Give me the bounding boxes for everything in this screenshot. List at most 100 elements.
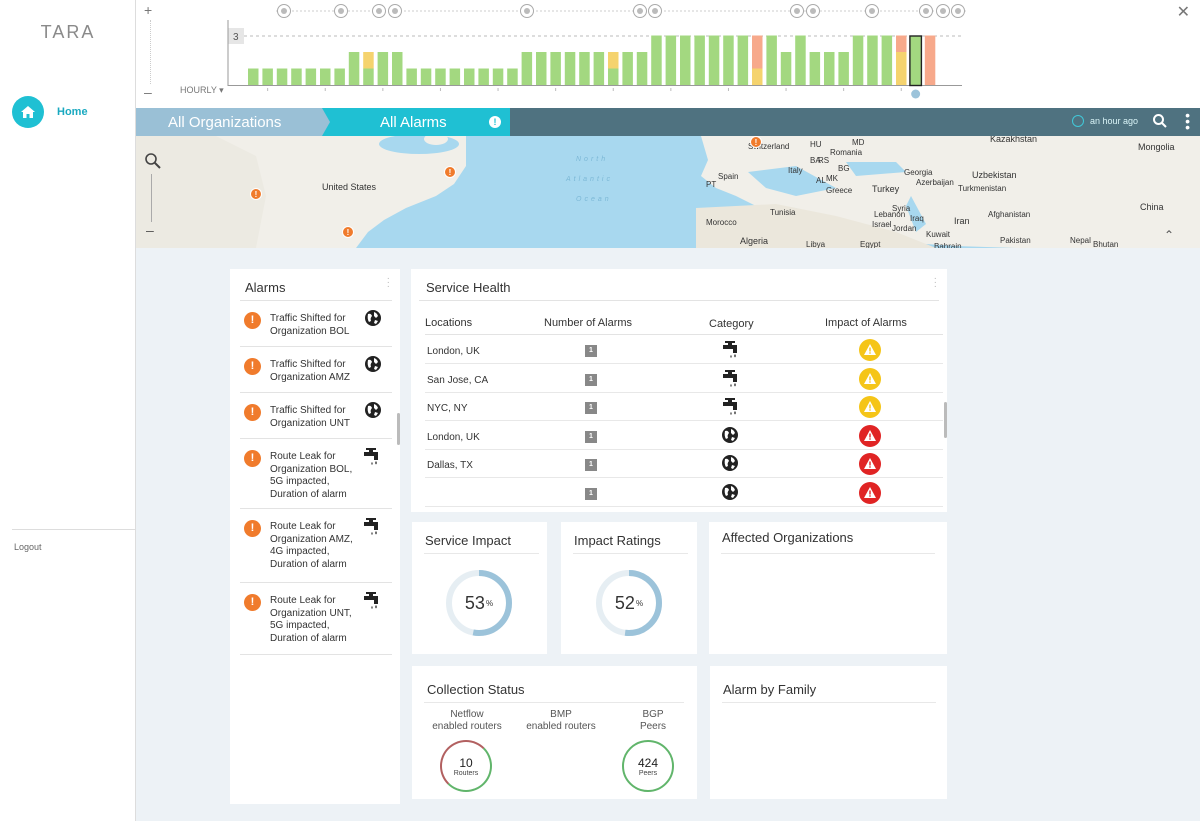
alarms-scrollbar[interactable] bbox=[397, 413, 400, 445]
timeline-bar[interactable] bbox=[276, 68, 288, 86]
timeline-bar[interactable] bbox=[608, 52, 619, 85]
search-icon[interactable] bbox=[1152, 113, 1168, 132]
timeline-bar[interactable] bbox=[377, 52, 389, 85]
nav-home[interactable]: Home bbox=[12, 96, 88, 128]
service-health-row[interactable]: NYC, NY 1 bbox=[425, 393, 943, 421]
service-health-row[interactable]: London, UK 1 bbox=[425, 422, 943, 450]
timeline-bar[interactable] bbox=[435, 68, 446, 86]
event-marker-icon[interactable] bbox=[334, 4, 348, 18]
timeline-bar[interactable] bbox=[291, 68, 302, 86]
timeline-bar[interactable] bbox=[708, 35, 720, 86]
alarm-list-item[interactable]: ! Traffic Shifted for Organization UNT bbox=[240, 393, 392, 439]
timeline-bar[interactable] bbox=[363, 52, 374, 85]
nav-home-label[interactable]: Home bbox=[57, 106, 88, 118]
map-collapse-icon[interactable]: ⌃ bbox=[1164, 228, 1174, 242]
timeline-zoom-out-button[interactable]: – bbox=[144, 84, 152, 100]
more-options-icon[interactable]: • • • bbox=[1185, 108, 1190, 134]
timeline-bar[interactable] bbox=[449, 68, 461, 86]
timeline-bar[interactable] bbox=[593, 52, 605, 85]
map-zoom-out-button[interactable]: – bbox=[146, 222, 154, 238]
event-marker-icon[interactable] bbox=[520, 4, 534, 18]
timeline-bar[interactable] bbox=[636, 52, 648, 85]
event-marker-icon[interactable] bbox=[648, 4, 662, 18]
event-marker-icon[interactable] bbox=[388, 4, 402, 18]
timeline-bar[interactable] bbox=[680, 35, 691, 86]
event-marker-icon[interactable] bbox=[633, 4, 647, 18]
service-health-row[interactable]: London, UK 1 bbox=[425, 336, 943, 364]
timeline-bar[interactable] bbox=[392, 52, 403, 85]
event-marker-icon[interactable] bbox=[919, 4, 933, 18]
timeline-bar[interactable] bbox=[507, 68, 518, 86]
event-marker-icon[interactable] bbox=[936, 4, 950, 18]
map-search-icon[interactable] bbox=[144, 152, 162, 173]
timeline-bar[interactable] bbox=[665, 35, 677, 86]
timeline-bar[interactable] bbox=[766, 35, 777, 86]
home-icon[interactable] bbox=[12, 96, 44, 128]
close-icon[interactable]: ✕ bbox=[1177, 2, 1190, 22]
service-health-row[interactable]: San Jose, CA 1 bbox=[425, 365, 943, 393]
timeline-bar[interactable] bbox=[262, 68, 273, 86]
breadcrumb-all-organizations[interactable]: All Organizations bbox=[136, 108, 322, 136]
timeline-bar[interactable] bbox=[924, 35, 936, 86]
timeline-bar[interactable] bbox=[737, 35, 749, 86]
timeline-bar[interactable] bbox=[867, 35, 878, 86]
timeline-bar[interactable] bbox=[536, 52, 547, 85]
timeline-bar[interactable] bbox=[248, 68, 259, 86]
timeline-bar[interactable] bbox=[348, 52, 360, 85]
service-health-row[interactable]: 1 bbox=[425, 479, 943, 507]
timeline-zoom-in-button[interactable]: + bbox=[144, 2, 152, 18]
alarms-card-menu-icon[interactable]: · · · bbox=[387, 274, 390, 292]
timeline-bar[interactable] bbox=[881, 35, 893, 86]
world-map[interactable]: United States Kazakhstan Mongolia Uzbekista… bbox=[136, 136, 1200, 248]
timeline-bar[interactable] bbox=[564, 52, 576, 85]
event-marker-icon[interactable] bbox=[951, 4, 965, 18]
timeline-bar[interactable] bbox=[780, 52, 792, 85]
alarm-list-item[interactable]: ! Route Leak for Organization BOL, 5G imp… bbox=[240, 439, 392, 509]
map-alarm-pin-icon[interactable]: ! bbox=[444, 166, 456, 178]
alarm-info-icon[interactable]: ! bbox=[489, 116, 501, 128]
timeline-bar[interactable] bbox=[420, 68, 432, 86]
service-health-scrollbar[interactable] bbox=[944, 402, 947, 438]
event-marker-icon[interactable] bbox=[277, 4, 291, 18]
timeline-bar[interactable] bbox=[752, 35, 763, 86]
timeline-bar[interactable] bbox=[550, 52, 561, 85]
timeline-bar[interactable] bbox=[320, 68, 331, 86]
event-marker-icon[interactable] bbox=[806, 4, 820, 18]
event-marker-icon[interactable] bbox=[372, 4, 386, 18]
timeline-bar[interactable] bbox=[651, 35, 662, 86]
timeline-bar[interactable] bbox=[406, 68, 417, 86]
map-alarm-pin-icon[interactable]: ! bbox=[342, 226, 354, 238]
timeline-bar[interactable] bbox=[852, 35, 864, 86]
event-marker-icon[interactable] bbox=[865, 4, 879, 18]
logout-link[interactable]: Logout bbox=[14, 542, 42, 552]
timeline-bar[interactable] bbox=[795, 35, 806, 86]
selected-bar-marker[interactable] bbox=[911, 89, 921, 99]
time-range-selector[interactable]: an hour ago bbox=[1071, 115, 1138, 127]
map-alarm-pin-icon[interactable]: ! bbox=[750, 136, 762, 148]
hourly-select[interactable]: HOURLY ▾ bbox=[180, 85, 224, 96]
timeline-bar[interactable] bbox=[723, 35, 734, 86]
breadcrumb-all-alarms[interactable]: All Alarms bbox=[322, 108, 510, 136]
timeline-bar[interactable] bbox=[464, 68, 475, 86]
service-health-menu-icon[interactable]: · · · bbox=[934, 274, 937, 292]
timeline-bar[interactable] bbox=[809, 52, 821, 85]
timeline-bar[interactable] bbox=[838, 52, 849, 85]
event-marker-icon[interactable] bbox=[790, 4, 804, 18]
map-alarm-pin-icon[interactable]: ! bbox=[250, 188, 262, 200]
service-health-row[interactable]: Dallas, TX 1 bbox=[425, 450, 943, 478]
timeline-bar[interactable] bbox=[478, 68, 489, 86]
timeline-bar[interactable] bbox=[694, 35, 705, 86]
alarm-list-item[interactable]: ! Route Leak for Organization AMZ, 4G imp… bbox=[240, 509, 392, 583]
alarm-list-item[interactable]: ! Traffic Shifted for Organization BOL bbox=[240, 301, 392, 347]
timeline-bar[interactable] bbox=[909, 35, 923, 99]
timeline-bar[interactable] bbox=[824, 52, 835, 85]
timeline-bar[interactable] bbox=[622, 52, 633, 85]
timeline-bar[interactable] bbox=[521, 52, 533, 85]
alarm-list-item[interactable]: ! Traffic Shifted for Organization AMZ bbox=[240, 347, 392, 393]
timeline-chart[interactable]: 3 bbox=[136, 0, 1200, 108]
alarm-list-item[interactable]: ! Route Leak for Organization UNT, 5G imp… bbox=[240, 583, 392, 655]
timeline-bar[interactable] bbox=[579, 52, 590, 85]
timeline-bar[interactable] bbox=[334, 68, 345, 86]
timeline-bar[interactable] bbox=[305, 68, 317, 86]
timeline-bar[interactable] bbox=[492, 68, 504, 86]
